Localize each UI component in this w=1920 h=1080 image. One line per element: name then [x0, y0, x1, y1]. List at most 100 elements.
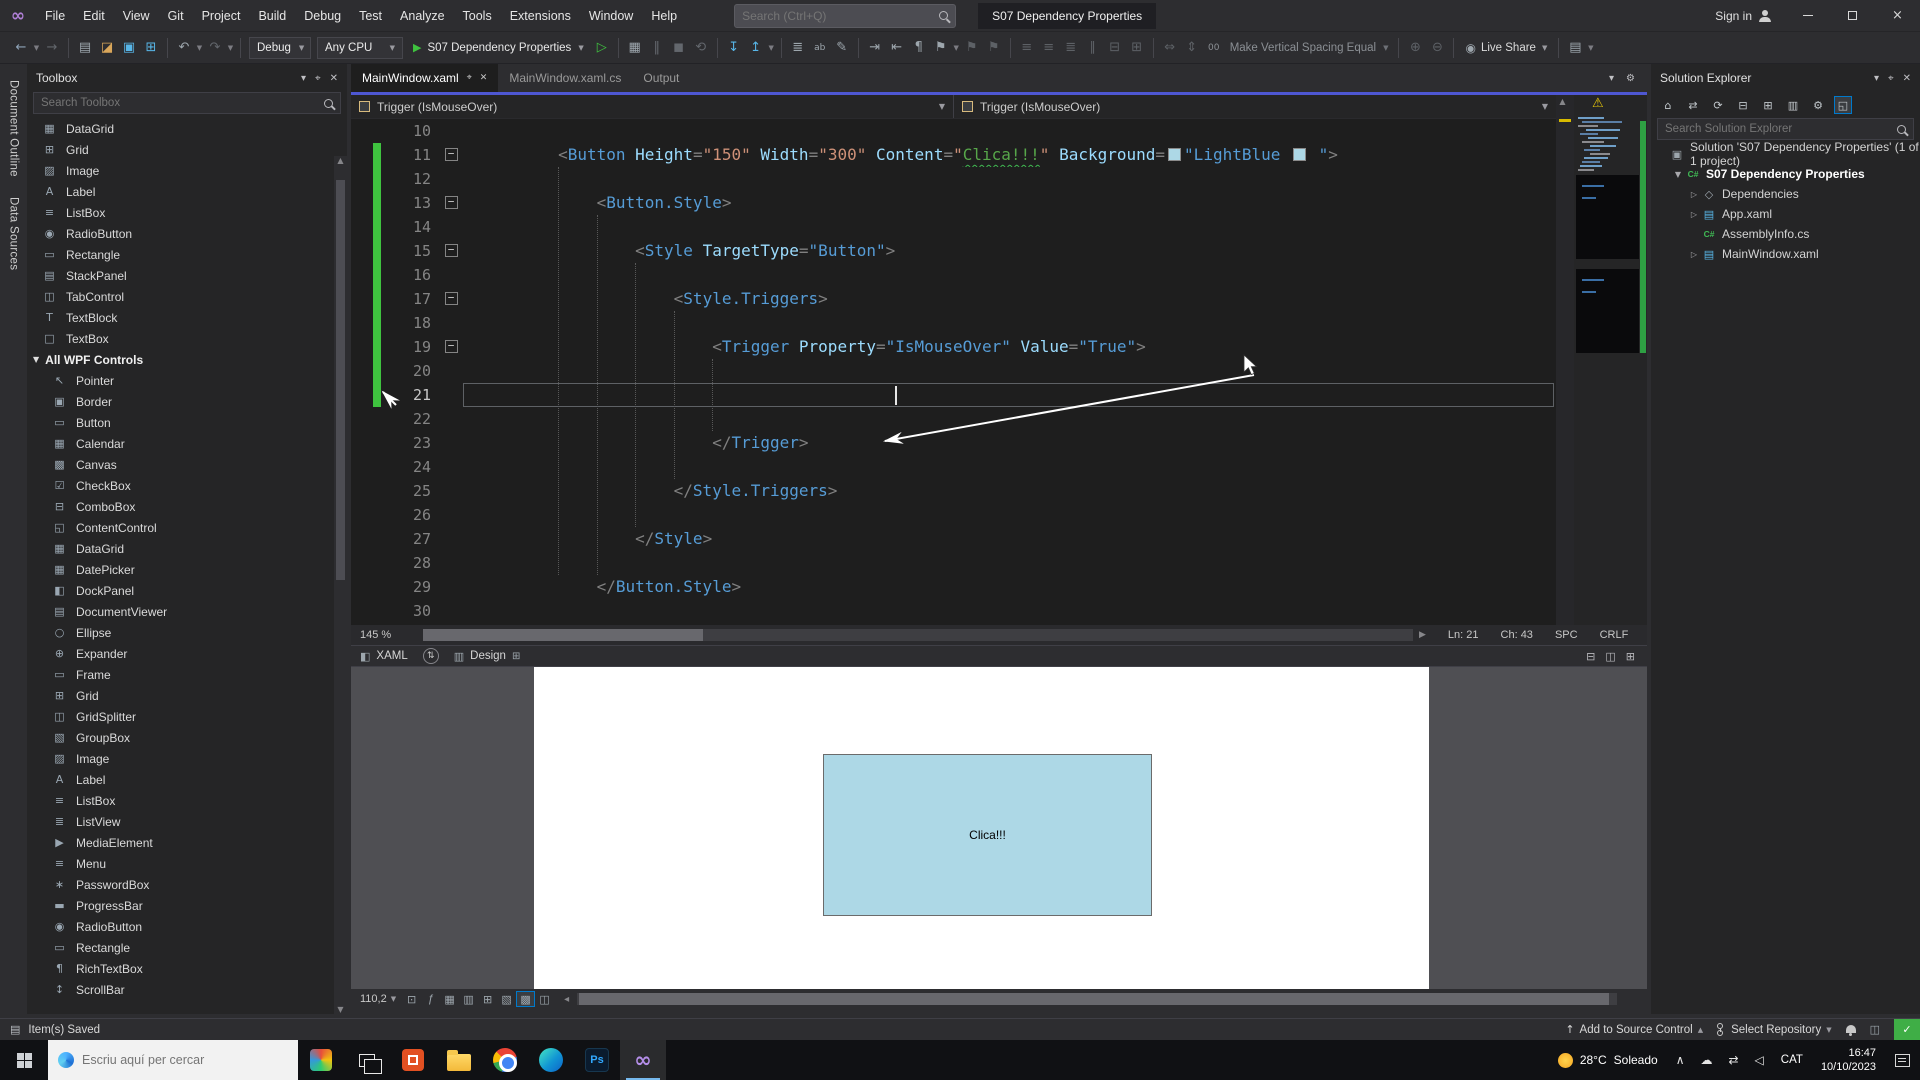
breakpoint-margin[interactable] [351, 191, 373, 215]
breakpoint-margin[interactable] [351, 503, 373, 527]
scroll-left-icon[interactable]: ◂ [564, 994, 569, 1005]
collapse-toggle-icon[interactable]: − [444, 244, 458, 257]
design-window-canvas[interactable]: Clica!!! [534, 667, 1429, 989]
toolbox-item-rectangle[interactable]: ▭ Rectangle [27, 937, 347, 958]
code-text[interactable] [463, 503, 1556, 527]
maximize-button[interactable] [1830, 0, 1875, 32]
toolbox-item-listview[interactable]: ≣ ListView [27, 811, 347, 832]
menu-item-view[interactable]: View [114, 0, 159, 32]
toolbox-header[interactable]: Toolbox ▾ ⌖ ✕ [27, 64, 347, 92]
code-line-27[interactable]: 27 </Style> [351, 527, 1556, 551]
code-text[interactable]: <Style TargetType="Button"> [463, 239, 1556, 263]
toolbox-search-box[interactable] [33, 92, 341, 114]
settings-gear-icon[interactable]: ⚙ [1809, 96, 1827, 114]
scroll-down-icon[interactable]: ▼ [334, 1005, 347, 1014]
fold-margin[interactable] [439, 119, 463, 143]
fold-margin[interactable] [439, 311, 463, 335]
code-text[interactable] [463, 359, 1556, 383]
fold-margin[interactable] [439, 215, 463, 239]
spacing-command-dropdown[interactable]: Make Vertical Spacing Equal ▼ [1225, 42, 1394, 54]
fold-margin[interactable] [439, 551, 463, 575]
menu-item-debug[interactable]: Debug [295, 0, 350, 32]
chevron-down-icon[interactable]: ▾ [1609, 73, 1614, 84]
side-tab-data-sources[interactable]: Data Sources [8, 187, 20, 280]
toolbox-item-listbox[interactable]: ≡ ListBox [27, 790, 347, 811]
scroll-up-icon[interactable]: ▲ [1556, 97, 1569, 106]
toolbox-item-datagrid[interactable]: ▦ DataGrid [27, 118, 347, 139]
save-all-icon[interactable]: ⊞ [140, 36, 162, 60]
orange-app-icon[interactable] [390, 1040, 436, 1080]
toolbox-item-stackpanel[interactable]: ▤ StackPanel [27, 265, 347, 286]
code-line-25[interactable]: 25 </Style.Triggers> [351, 479, 1556, 503]
close-icon[interactable]: ✕ [1903, 73, 1911, 84]
refresh-icon[interactable]: ⟳ [1709, 96, 1727, 114]
toolbox-item-ellipse[interactable]: ○ Ellipse [27, 622, 347, 643]
breakpoint-margin[interactable] [351, 383, 373, 407]
solution-platforms-dropdown[interactable]: Any CPU ▼ [317, 36, 403, 59]
menu-item-help[interactable]: Help [642, 0, 686, 32]
tree-item-solution-s07-dependency-properties-1-of-1-project-[interactable]: ▣ Solution 'S07 Dependency Properties' (1… [1651, 140, 1920, 168]
toolbox-item-label[interactable]: A Label [27, 181, 347, 202]
layout-icon[interactable]: ◫ [1870, 1023, 1880, 1036]
zoom-out-icon[interactable]: ⊖ [1426, 36, 1448, 60]
toolbox-item-rectangle[interactable]: ▭ Rectangle [27, 244, 347, 265]
tree-item-assemblyinfo-cs[interactable]: C# AssemblyInfo.cs [1651, 224, 1920, 244]
taskbar-search-box[interactable] [48, 1040, 298, 1080]
bookmark-dropdown-icon[interactable]: ▼ [952, 44, 961, 52]
xaml-pane-tab[interactable]: ◧ XAML [351, 645, 417, 667]
color-swatch-icon[interactable] [1293, 148, 1307, 161]
nav-backward-dropdown-icon[interactable]: ▼ [32, 44, 41, 52]
snaplines-icon[interactable]: ▧ [497, 991, 516, 1007]
fold-margin[interactable] [439, 431, 463, 455]
start-button[interactable] [0, 1040, 48, 1080]
quick-search-input[interactable] [742, 8, 940, 23]
design-pane-tab[interactable]: ▥ Design ⊞ [445, 645, 530, 667]
breakpoint-margin[interactable] [351, 599, 373, 623]
toolbox-item-canvas[interactable]: ▩ Canvas [27, 454, 347, 475]
toolbox-item-label[interactable]: A Label [27, 769, 347, 790]
editor-zoom-dropdown[interactable]: 145 % [351, 629, 409, 641]
code-line-14[interactable]: 14 [351, 215, 1556, 239]
start-without-debugging-icon[interactable]: ▷ [591, 36, 613, 60]
indent-icon[interactable]: ⇥ [864, 36, 886, 60]
breakpoint-margin[interactable] [351, 455, 373, 479]
toolbox-item-calendar[interactable]: ▦ Calendar [27, 433, 347, 454]
toolbox-item-border[interactable]: ▣ Border [27, 391, 347, 412]
toolbox-item-button[interactable]: ▭ Button [27, 412, 347, 433]
toolbox-item-richtextbox[interactable]: ¶ RichTextBox [27, 958, 347, 979]
toolbox-item-contentcontrol[interactable]: ◱ ContentControl [27, 517, 347, 538]
fold-margin[interactable] [439, 263, 463, 287]
element-dropdown-right[interactable]: Trigger (IsMouseOver) ▼ [954, 95, 1556, 118]
breakpoint-margin[interactable] [351, 431, 373, 455]
live-share-button[interactable]: ◉ Live Share ▼ [1459, 41, 1553, 55]
vertical-split-icon[interactable]: ◫ [1605, 650, 1615, 663]
code-line-29[interactable]: 29 </Button.Style> [351, 575, 1556, 599]
fold-margin[interactable]: − [439, 239, 463, 263]
edge-icon[interactable] [528, 1040, 574, 1080]
fold-margin[interactable] [439, 527, 463, 551]
document-tab-output[interactable]: Output [632, 64, 690, 92]
toolbox-item-datepicker[interactable]: ▦ DatePicker [27, 559, 347, 580]
feedback-icon[interactable]: ▤ [1564, 36, 1586, 60]
undo-dropdown-icon[interactable]: ▼ [195, 44, 204, 52]
show-grid-icon[interactable]: ▦ [440, 991, 459, 1007]
toolbox-item-radiobutton[interactable]: ◉ RadioButton [27, 916, 347, 937]
swap-panes-button[interactable]: ⇅ [422, 648, 439, 664]
toolbox-item-image[interactable]: ▨ Image [27, 748, 347, 769]
xaml-code-editor[interactable]: 10 11− <Button Height="150" Width="300" C… [351, 119, 1556, 625]
visual-studio-icon[interactable]: ∞ [620, 1040, 666, 1080]
toolbox-item-tabcontrol[interactable]: ◫ TabControl [27, 286, 347, 307]
weather-widget[interactable]: 28°C Soleado [1548, 1052, 1668, 1068]
clock[interactable]: 16:47 10/10/2023 [1812, 1046, 1885, 1074]
same-height-icon[interactable]: ⊟ [1104, 36, 1126, 60]
code-text[interactable] [463, 407, 1556, 431]
toolbox-item-image[interactable]: ▨ Image [27, 160, 347, 181]
next-bookmark-icon[interactable]: ⚑ [983, 36, 1005, 60]
collapse-toggle-icon[interactable]: − [444, 340, 458, 353]
onedrive-icon[interactable]: ☁ [1692, 1053, 1720, 1067]
toolbox-item-groupbox[interactable]: ▧ GroupBox [27, 727, 347, 748]
photoshop-icon[interactable]: Ps [574, 1040, 620, 1080]
code-text[interactable] [463, 311, 1556, 335]
breakpoint-margin[interactable] [351, 311, 373, 335]
toolbox-item-documentviewer[interactable]: ▤ DocumentViewer [27, 601, 347, 622]
